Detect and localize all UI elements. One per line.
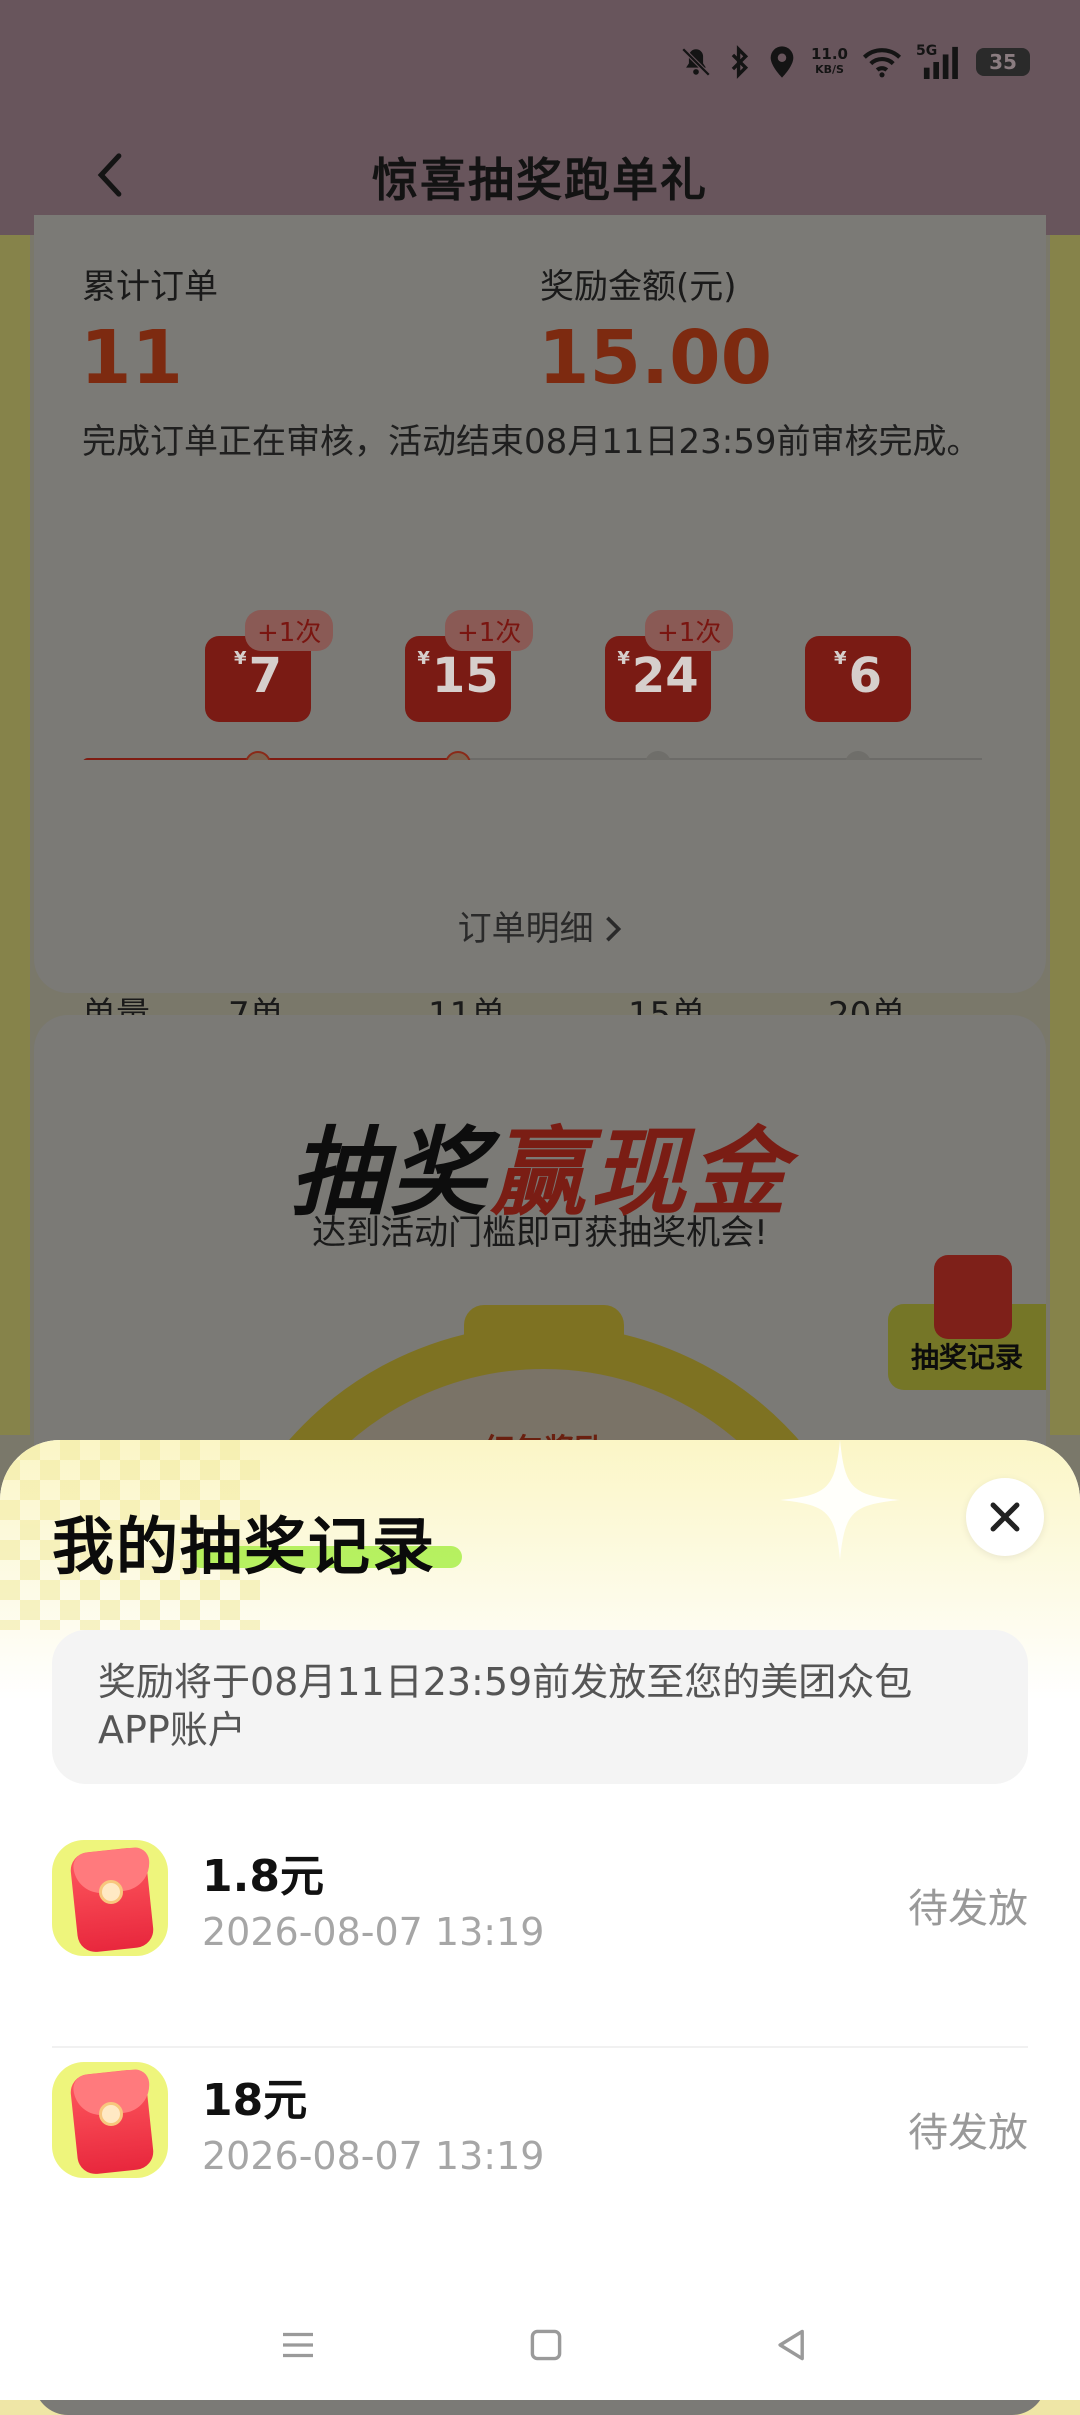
- page-side-left: [0, 235, 30, 1435]
- record-amount: 1.8元: [202, 1851, 324, 1902]
- lottery-record-sheet: 我的抽奖记录 奖励将于08月11日23:59前发放至您的美团众包APP账户 1.…: [0, 1440, 1080, 2400]
- page-title: 惊喜抽奖跑单礼: [372, 153, 708, 207]
- location-icon: [770, 46, 794, 78]
- bluetooth-icon: [731, 45, 749, 79]
- sheet-title: 我的抽奖记录: [52, 1510, 437, 1583]
- back-triangle-icon: [778, 2329, 804, 2361]
- milestone-amount-value: 7: [248, 648, 282, 704]
- record-badge-label: 抽奖记录: [910, 1341, 1023, 1374]
- milestone-node: [845, 751, 871, 760]
- currency-symbol: ¥: [834, 648, 847, 669]
- sparkle-icon: [780, 1440, 900, 1560]
- currency-symbol: ¥: [617, 648, 630, 669]
- red-envelope-icon: [52, 1840, 168, 1956]
- order-detail-link[interactable]: 订单明细: [34, 901, 1046, 950]
- order-progress: ¥7 +1次 ¥15 +1次 ¥24 +1次 ¥6: [82, 610, 982, 760]
- record-status: 待发放: [908, 2110, 1028, 2156]
- lottery-subtitle: 达到活动门槛即可获抽奖机会!: [312, 1213, 768, 1253]
- status-bar: 11.0 KB/S 5G 35: [0, 0, 1080, 130]
- milestone-envelope: ¥7 +1次: [205, 610, 334, 722]
- milestone-amount-value: 6: [848, 648, 882, 704]
- nav-menu-button[interactable]: [268, 2320, 328, 2370]
- review-note: 完成订单正在审核，活动结束08月11日23:59前审核完成。: [82, 422, 981, 462]
- milestone-amount: ¥6: [805, 648, 911, 704]
- orders-value: 11: [80, 315, 183, 401]
- status-icons: 11.0 KB/S 5G 35: [679, 42, 1030, 82]
- battery-level: 35: [989, 50, 1017, 74]
- milestone-check-icon: [245, 751, 271, 760]
- milestone-bonus-badge: +1次: [645, 610, 734, 651]
- milestone-check-icon: [445, 751, 471, 760]
- record-list: 1.8元 2026-08-07 13:19 待发放 18元 2026-08-07…: [52, 1836, 1028, 2258]
- milestone-amount: ¥24: [605, 648, 711, 704]
- reward-value: 15.00: [538, 315, 773, 401]
- system-nav-bar: [0, 2290, 1080, 2400]
- signal-icon: [923, 46, 958, 79]
- milestone-amount: ¥7: [205, 648, 311, 704]
- wheel-pointer: [464, 1305, 624, 1345]
- lottery-record-button[interactable]: 抽奖记录: [888, 1255, 1046, 1390]
- currency-symbol: ¥: [417, 648, 430, 669]
- order-detail-label: 订单明细: [457, 909, 605, 949]
- mute-icon: [681, 47, 711, 77]
- milestone-envelope: ¥15 +1次: [405, 610, 534, 722]
- chevron-right-icon: [606, 916, 622, 942]
- record-time: 2026-08-07 13:19: [202, 2134, 545, 2178]
- page-side-right: [1050, 235, 1080, 1435]
- summary-card: 累计订单 11 奖励金额(元) 15.00 完成订单正在审核，活动结束08月11…: [34, 215, 1046, 1031]
- milestone-bonus-badge: +1次: [245, 610, 334, 651]
- milestone-amount: ¥15: [405, 648, 511, 704]
- record-amount: 18元: [202, 2075, 308, 2126]
- record-item: 18元 2026-08-07 13:19 待发放: [52, 2046, 1028, 2258]
- payout-notice: 奖励将于08月11日23:59前发放至您的美团众包APP账户: [52, 1630, 1028, 1784]
- envelope-seal: [99, 1880, 123, 1904]
- milestone-node: [645, 751, 671, 760]
- nav-back-button[interactable]: [762, 2320, 822, 2370]
- battery-indicator: 35: [976, 48, 1030, 76]
- menu-icon: [283, 2332, 313, 2358]
- milestone-amount-value: 24: [631, 648, 699, 704]
- record-item: 1.8元 2026-08-07 13:19 待发放: [52, 1836, 1028, 2046]
- net-speed-unit: KB/S: [815, 63, 844, 76]
- orders-label: 累计订单: [82, 267, 218, 307]
- record-time: 2026-08-07 13:19: [202, 1910, 545, 1954]
- milestone-bonus-badge: +1次: [445, 610, 534, 651]
- envelope-seal: [99, 2102, 123, 2126]
- milestone-envelope: ¥6: [805, 610, 911, 722]
- milestone-envelope: ¥24 +1次: [605, 610, 734, 722]
- red-envelope-icon: [52, 2062, 168, 2178]
- home-square-icon: [530, 2329, 562, 2361]
- net-speed: 11.0 KB/S: [811, 47, 848, 77]
- milestone-amount-value: 15: [431, 648, 499, 704]
- close-icon: [990, 1502, 1020, 1532]
- close-button[interactable]: [966, 1478, 1044, 1556]
- record-status: 待发放: [908, 1886, 1028, 1932]
- reward-label: 奖励金额(元): [540, 267, 737, 307]
- red-envelope-icon: [934, 1255, 1012, 1339]
- cell-signal: 5G: [916, 43, 962, 79]
- currency-symbol: ¥: [234, 648, 247, 669]
- nav-home-button[interactable]: [516, 2320, 576, 2370]
- net-speed-value: 11.0: [810, 45, 848, 63]
- wifi-icon: [862, 48, 902, 78]
